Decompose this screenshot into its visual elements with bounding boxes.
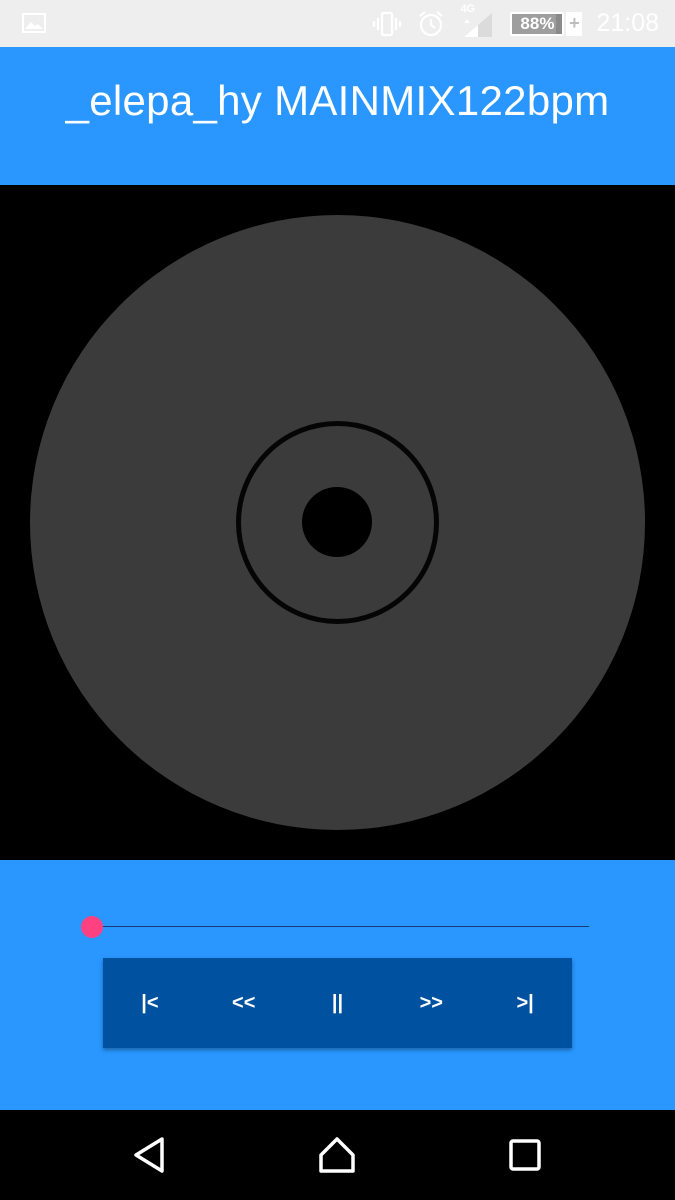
seek-bar-track[interactable] — [92, 926, 589, 927]
vibrate-icon — [372, 9, 402, 39]
status-bar: 4G 88% + 21:08 — [0, 0, 675, 47]
network-label: 4G — [460, 2, 476, 15]
home-icon[interactable] — [317, 1135, 357, 1175]
image-notification-icon — [22, 13, 46, 33]
player-controls: |< << || >> >| — [0, 860, 675, 1110]
status-icons: 4G 88% + 21:08 — [372, 0, 659, 47]
compact-disc-icon — [30, 215, 645, 830]
seek-bar-thumb[interactable] — [81, 916, 103, 938]
pause-button[interactable]: || — [291, 958, 385, 1048]
back-icon[interactable] — [130, 1135, 170, 1175]
previous-button[interactable]: |< — [103, 958, 197, 1048]
charging-icon: + — [566, 11, 583, 36]
signal-4g-icon: 4G — [460, 3, 496, 39]
album-art — [0, 185, 675, 860]
alarm-icon — [416, 9, 446, 39]
next-button[interactable]: >| — [478, 958, 572, 1048]
disc-center-hole — [302, 487, 372, 557]
rewind-button[interactable]: << — [197, 958, 291, 1048]
battery-indicator: 88% + — [510, 11, 583, 36]
recents-icon[interactable] — [505, 1135, 545, 1175]
battery-percent: 88% — [520, 13, 555, 33]
fast-forward-button[interactable]: >> — [384, 958, 478, 1048]
track-title: _elepa_hy MAINMIX122bpm — [65, 77, 610, 124]
status-clock: 21:08 — [596, 9, 659, 37]
app-header: _elepa_hy MAINMIX122bpm — [0, 47, 675, 185]
battery-body: 88% — [510, 11, 565, 36]
system-nav-bar — [0, 1110, 675, 1200]
transport-bar: |< << || >> >| — [103, 958, 572, 1048]
